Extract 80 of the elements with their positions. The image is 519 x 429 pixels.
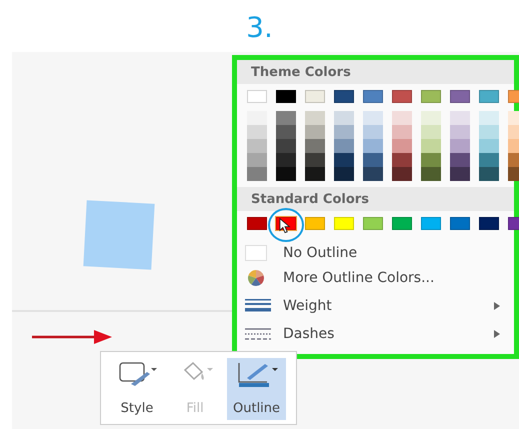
color-swatch[interactable] — [276, 139, 296, 153]
color-swatch[interactable] — [363, 139, 383, 153]
color-swatch[interactable] — [479, 90, 499, 103]
section-heading: Standard Colors — [237, 187, 514, 211]
color-swatch[interactable] — [392, 90, 412, 103]
color-swatch[interactable] — [334, 217, 354, 230]
color-swatch[interactable] — [392, 139, 412, 153]
submenu-arrow-icon — [494, 302, 500, 310]
color-swatch[interactable] — [276, 167, 296, 181]
color-swatch[interactable] — [334, 111, 354, 125]
submenu-arrow-icon — [494, 330, 500, 338]
color-swatch[interactable] — [421, 217, 441, 230]
color-swatch[interactable] — [363, 90, 383, 103]
color-swatch[interactable] — [479, 125, 499, 139]
color-swatch[interactable] — [276, 125, 296, 139]
square[interactable] — [83, 200, 155, 270]
color-swatch[interactable] — [276, 111, 296, 125]
color-swatch[interactable] — [479, 217, 499, 230]
color-swatch[interactable] — [392, 167, 412, 181]
color-swatch[interactable] — [276, 153, 296, 167]
line-weight-icon — [245, 299, 271, 313]
menu-item[interactable]: Weight — [237, 292, 514, 320]
color-swatch[interactable] — [305, 167, 325, 181]
color-swatch[interactable] — [363, 111, 383, 125]
cursor-icon — [279, 218, 291, 234]
section-heading: Theme Colors — [237, 60, 514, 84]
color-swatch[interactable] — [363, 217, 383, 230]
color-swatch[interactable] — [334, 167, 354, 181]
color-swatch[interactable] — [334, 90, 354, 103]
color-swatch[interactable] — [247, 167, 267, 181]
color-swatch[interactable] — [450, 167, 470, 181]
color-swatch[interactable] — [305, 90, 325, 103]
color-swatch[interactable] — [305, 111, 325, 125]
color-swatch[interactable] — [421, 139, 441, 153]
step-number: 3. — [245, 10, 274, 46]
color-swatch[interactable] — [247, 217, 267, 230]
color-swatch[interactable] — [363, 167, 383, 181]
toolbar-button[interactable]: Style — [111, 358, 163, 420]
color-swatch[interactable] — [305, 217, 325, 230]
color-wheel-icon — [245, 269, 267, 287]
toolbar-button[interactable]: Outline — [227, 358, 286, 420]
dash-style-icon — [245, 328, 271, 340]
menu-item[interactable]: More Outline Colors... — [237, 264, 514, 292]
color-swatch[interactable] — [450, 217, 470, 230]
color-swatch[interactable] — [392, 217, 412, 230]
color-swatch[interactable] — [334, 139, 354, 153]
color-swatch[interactable] — [247, 125, 267, 139]
color-swatch[interactable] — [421, 153, 441, 167]
shape-style-icon — [117, 360, 157, 388]
color-swatch[interactable] — [479, 111, 499, 125]
menu-item[interactable]: Dashes — [237, 320, 514, 348]
color-swatch[interactable] — [247, 139, 267, 153]
color-swatch[interactable] — [421, 125, 441, 139]
color-swatch[interactable] — [450, 90, 470, 103]
color-swatch[interactable] — [247, 111, 267, 125]
color-swatch[interactable] — [450, 139, 470, 153]
color-swatch[interactable] — [305, 139, 325, 153]
color-swatch[interactable] — [334, 125, 354, 139]
color-swatch[interactable] — [479, 153, 499, 167]
color-swatch[interactable] — [450, 153, 470, 167]
color-swatch[interactable] — [392, 125, 412, 139]
color-swatch[interactable] — [421, 167, 441, 181]
color-swatch[interactable] — [363, 125, 383, 139]
color-swatch[interactable] — [334, 153, 354, 167]
color-swatch[interactable] — [305, 153, 325, 167]
color-swatch[interactable] — [276, 90, 296, 103]
color-swatch[interactable] — [421, 111, 441, 125]
color-swatch[interactable] — [421, 90, 441, 103]
empty-swatch-icon — [245, 245, 267, 261]
color-swatch[interactable] — [392, 153, 412, 167]
menu-item[interactable]: No Outline — [237, 242, 514, 264]
color-swatch[interactable] — [247, 90, 267, 103]
color-swatch[interactable] — [450, 111, 470, 125]
color-swatch[interactable] — [247, 153, 267, 167]
color-swatch[interactable] — [363, 153, 383, 167]
color-swatch[interactable] — [305, 125, 325, 139]
color-swatch[interactable] — [479, 139, 499, 153]
color-swatch[interactable] — [450, 125, 470, 139]
color-swatch[interactable] — [392, 111, 412, 125]
color-swatch[interactable] — [479, 167, 499, 181]
